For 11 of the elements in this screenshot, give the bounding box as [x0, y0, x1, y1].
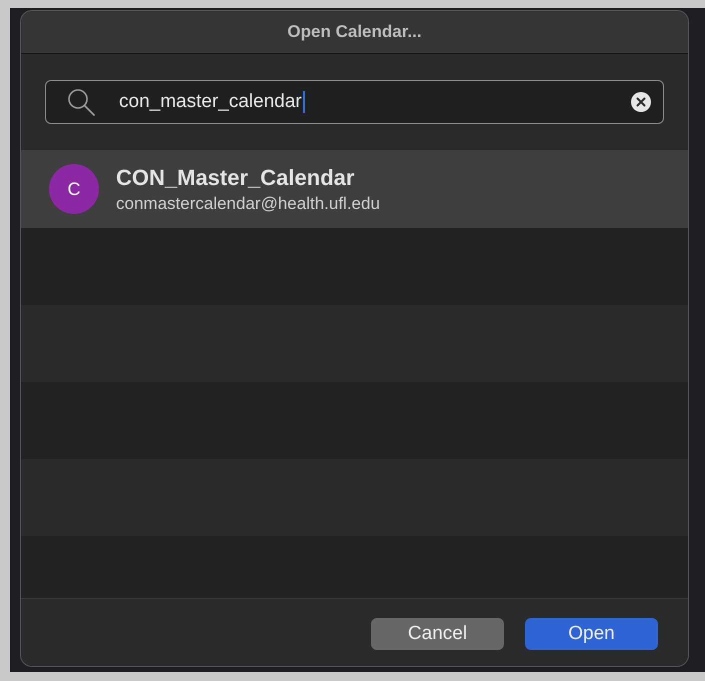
- cancel-button[interactable]: Cancel: [371, 618, 504, 650]
- search-field[interactable]: con_master_calendar: [45, 80, 664, 124]
- calendar-email: conmastercalendar@health.ufl.edu: [116, 194, 380, 214]
- open-button[interactable]: Open: [525, 618, 658, 650]
- calendar-list-item[interactable]: C CON_Master_Calendar conmastercalendar@health.ufl.edu: [21, 150, 688, 228]
- search-text: con_master_calendar: [119, 91, 302, 113]
- dialog-title: Open Calendar...: [287, 22, 422, 42]
- clear-icon[interactable]: [631, 92, 651, 112]
- calendar-name: CON_Master_Calendar: [116, 164, 356, 190]
- search-icon: [66, 87, 96, 117]
- avatar-circle: C: [49, 164, 99, 214]
